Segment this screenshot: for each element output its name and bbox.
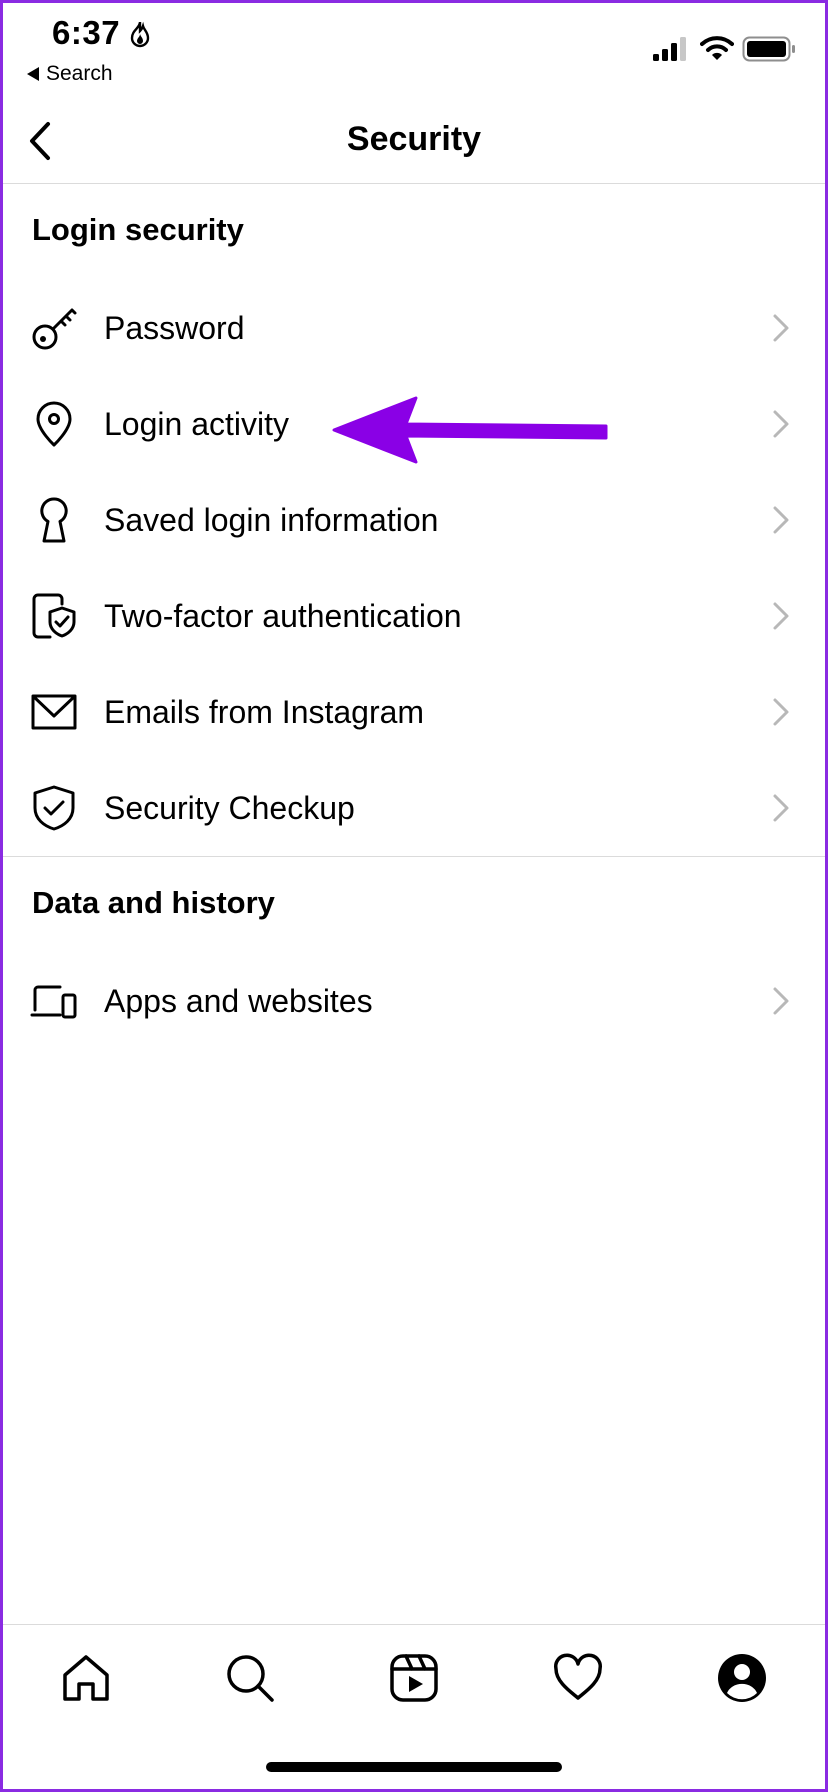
chevron-right-icon [773, 602, 789, 630]
annotation-arrow-icon [332, 396, 608, 464]
chevron-right-icon [773, 987, 789, 1015]
page-title: Security [346, 120, 482, 158]
envelope-icon [31, 694, 77, 730]
profile-icon[interactable] [715, 1651, 769, 1705]
keyhole-icon [40, 497, 68, 543]
status-bar: 6:37 Search [0, 0, 828, 96]
chevron-right-icon [773, 698, 789, 726]
menu-item-label: Two-factor authentication [104, 597, 462, 634]
home-icon[interactable] [59, 1651, 113, 1705]
battery-icon [742, 36, 795, 62]
bottom-tab-bar [0, 1624, 828, 1724]
section-title-data-and-history: Data and history [32, 885, 275, 920]
menu-item-apps-and-websites[interactable]: Apps and websites [0, 953, 828, 1049]
chevron-right-icon [773, 794, 789, 822]
menu-item-label: Saved login information [104, 501, 439, 538]
menu-item-emails-from-instagram[interactable]: Emails from Instagram [0, 664, 828, 760]
flame-icon [130, 21, 150, 48]
cellular-signal-icon [653, 37, 686, 61]
search-icon[interactable] [223, 1651, 277, 1705]
key-icon [32, 308, 77, 350]
menu-item-label: Apps and websites [104, 982, 373, 1019]
chevron-right-icon [773, 314, 789, 342]
chevron-right-icon [773, 410, 789, 438]
navigation-header: Security [0, 100, 828, 184]
menu-item-label: Password [104, 309, 245, 346]
menu-item-label: Login activity [104, 405, 289, 442]
location-pin-icon [36, 401, 72, 447]
reels-icon[interactable] [387, 1651, 441, 1705]
wifi-icon [700, 36, 734, 60]
menu-item-password[interactable]: Password [0, 280, 828, 376]
home-indicator[interactable] [266, 1762, 562, 1772]
devices-icon [30, 985, 77, 1019]
status-time: 6:37 [52, 14, 121, 51]
section-title-login-security: Login security [32, 212, 244, 247]
shield-check-icon [33, 785, 75, 831]
menu-item-label: Emails from Instagram [104, 693, 425, 730]
menu-item-security-checkup[interactable]: Security Checkup [0, 760, 828, 856]
back-to-search-app[interactable]: Search [26, 62, 113, 86]
menu-item-two-factor-authentication[interactable]: Two-factor authentication [0, 568, 828, 664]
back-app-label: Search [46, 62, 113, 85]
heart-icon[interactable] [551, 1651, 605, 1705]
menu-item-saved-login-information[interactable]: Saved login information [0, 472, 828, 568]
back-triangle-icon [27, 67, 39, 81]
chevron-right-icon [773, 506, 789, 534]
phone-shield-icon [32, 593, 76, 639]
section-divider [0, 856, 828, 857]
menu-item-label: Security Checkup [104, 789, 355, 826]
